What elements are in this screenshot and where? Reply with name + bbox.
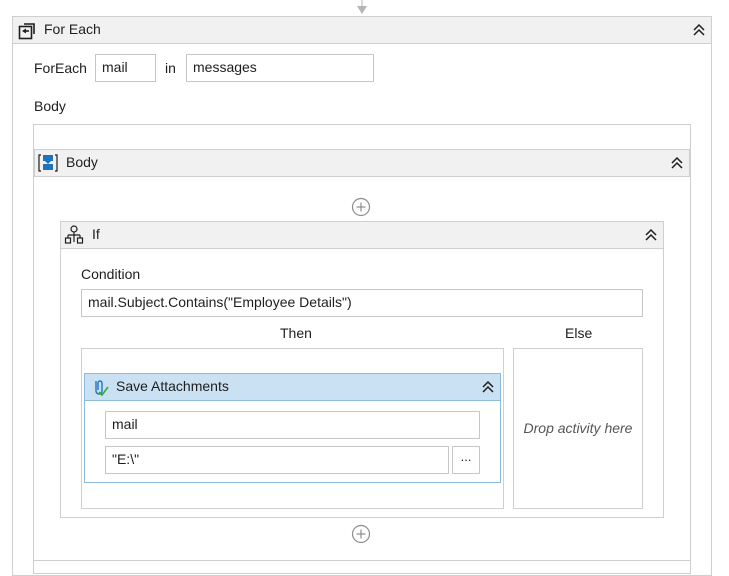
if-header[interactable]	[60, 221, 664, 249]
sequence-icon	[38, 154, 58, 172]
if-title: If	[92, 226, 100, 242]
browse-folder-button[interactable]: ...	[452, 446, 480, 474]
in-label: in	[165, 60, 176, 76]
double-chevron-up-icon[interactable]	[643, 227, 659, 243]
foreach-label: ForEach	[34, 60, 87, 76]
foreach-loop-icon	[18, 23, 35, 40]
connector-arrow-icon	[357, 0, 367, 14]
foreach-collection-field[interactable]: messages	[186, 54, 374, 82]
foreach-title: For Each	[44, 21, 101, 37]
else-drop-placeholder: Drop activity here	[523, 420, 633, 436]
condition-field[interactable]: mail.Subject.Contains("Employee Details"…	[81, 289, 643, 317]
foreach-header[interactable]	[12, 16, 712, 44]
foreach-body-label: Body	[34, 98, 66, 114]
condition-label: Condition	[81, 266, 141, 282]
sequence-bottom-border	[34, 560, 690, 561]
then-label: Then	[280, 325, 312, 341]
double-chevron-up-icon[interactable]	[691, 22, 707, 38]
foreach-item-field[interactable]: mail	[95, 54, 156, 82]
add-activity-top-icon[interactable]	[351, 197, 371, 217]
double-chevron-up-icon[interactable]	[480, 379, 496, 395]
double-chevron-up-icon[interactable]	[669, 155, 685, 171]
if-flowchart-icon	[64, 225, 84, 244]
sequence-title: Body	[66, 154, 98, 170]
message-field[interactable]: mail	[105, 411, 480, 439]
save-attachments-title: Save Attachments	[116, 378, 229, 394]
sequence-header[interactable]	[34, 149, 690, 177]
add-activity-bottom-icon[interactable]	[351, 524, 371, 544]
paperclip-icon	[95, 380, 109, 397]
folder-path-field[interactable]: "E:\"	[105, 446, 449, 474]
else-label: Else	[565, 325, 593, 341]
